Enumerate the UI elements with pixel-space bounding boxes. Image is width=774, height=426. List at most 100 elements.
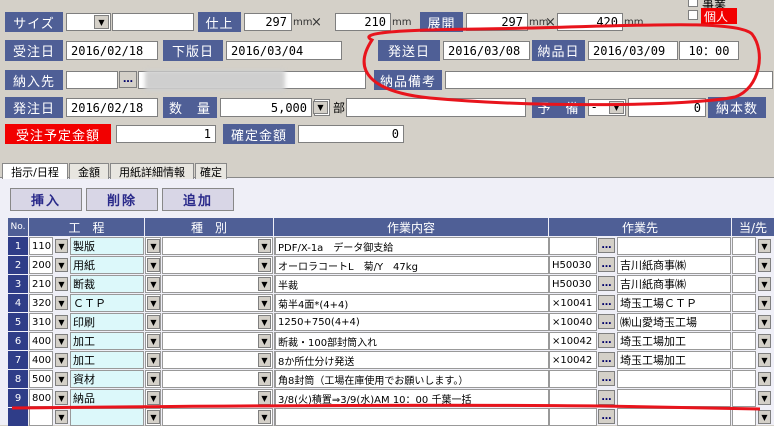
delete-button[interactable]: 削除 xyxy=(86,188,158,211)
content-cell[interactable]: 半裁 xyxy=(275,275,549,293)
chevron-down-icon[interactable]: ▼ xyxy=(147,315,160,329)
chevron-down-icon[interactable]: ▼ xyxy=(55,258,68,272)
issue-date-field[interactable]: 2016/02/18 xyxy=(66,98,158,117)
chevron-down-icon[interactable]: ▼ xyxy=(147,258,160,272)
vendor-name-cell[interactable] xyxy=(617,237,731,255)
owner-cell[interactable] xyxy=(732,332,756,350)
chevron-down-icon[interactable]: ▼ xyxy=(94,15,109,29)
vendor-lookup-button[interactable]: … xyxy=(598,257,615,272)
chevron-down-icon[interactable]: ▼ xyxy=(758,334,771,348)
content-cell[interactable]: 角8封筒（工場在庫使用でお願いします。） xyxy=(275,370,549,388)
type-name-cell[interactable] xyxy=(162,275,273,293)
process-name-cell[interactable]: 加工 xyxy=(70,332,144,350)
spare-sign-select[interactable]: - ▼ xyxy=(588,99,626,116)
delivery-dest-code-field[interactable] xyxy=(66,71,118,89)
chevron-down-icon[interactable]: ▼ xyxy=(55,239,68,253)
chevron-down-icon[interactable]: ▼ xyxy=(258,334,271,348)
vendor-lookup-button[interactable]: … xyxy=(598,238,615,253)
type-name-cell[interactable] xyxy=(162,237,273,255)
chevron-down-icon[interactable]: ▼ xyxy=(258,239,271,253)
content-cell[interactable]: 断裁・100部封筒入れ xyxy=(275,332,549,350)
chevron-down-icon[interactable]: ▼ xyxy=(258,296,271,310)
content-cell[interactable]: 8か所仕分け発送 xyxy=(275,351,549,369)
process-name-cell[interactable]: 資材 xyxy=(70,370,144,388)
chevron-down-icon[interactable]: ▼ xyxy=(258,372,271,386)
owner-cell[interactable] xyxy=(732,408,756,426)
vendor-name-cell[interactable] xyxy=(617,370,731,388)
tab-paper-details[interactable]: 用紙詳細情報 xyxy=(110,163,194,179)
add-button[interactable]: 追加 xyxy=(162,188,234,211)
process-code-cell[interactable]: 110 xyxy=(29,237,53,255)
confirmed-amount-field[interactable]: 0 xyxy=(298,125,404,143)
release-date-field[interactable]: 2016/03/04 xyxy=(226,41,342,60)
vendor-name-cell[interactable]: 埼玉工場ＣＴＰ xyxy=(617,294,731,312)
delivery-time-field[interactable]: 10：00 xyxy=(679,41,739,60)
vendor-code-cell[interactable]: ×10040 xyxy=(549,313,597,331)
type-name-cell[interactable] xyxy=(162,351,273,369)
chevron-down-icon[interactable]: ▼ xyxy=(758,277,771,291)
vendor-code-cell[interactable] xyxy=(549,408,597,426)
chevron-down-icon[interactable]: ▼ xyxy=(147,372,160,386)
vendor-name-cell[interactable]: 吉川紙商事㈱ xyxy=(617,256,731,274)
chevron-down-icon[interactable]: ▼ xyxy=(147,239,160,253)
planned-amount-field[interactable]: 1 xyxy=(116,125,216,143)
process-code-cell[interactable]: 400 xyxy=(29,351,53,369)
content-cell[interactable]: 3/8(火)積置⇒3/9(水)AM 10：00 千葉一括 xyxy=(275,389,549,407)
type-name-cell[interactable] xyxy=(162,294,273,312)
chevron-down-icon[interactable]: ▼ xyxy=(55,410,68,424)
chevron-down-icon[interactable]: ▼ xyxy=(758,372,771,386)
vendor-lookup-button[interactable]: … xyxy=(598,276,615,291)
process-code-cell[interactable]: 200 xyxy=(29,256,53,274)
tab-confirm[interactable]: 確定 xyxy=(195,163,227,179)
qty-note-field[interactable] xyxy=(346,98,526,117)
process-code-cell[interactable]: 400 xyxy=(29,332,53,350)
tab-schedule[interactable]: 指示/日程 xyxy=(2,163,68,179)
qty-unit-select[interactable]: ▼ xyxy=(313,99,330,116)
vendor-lookup-button[interactable]: … xyxy=(598,352,615,367)
chevron-down-icon[interactable]: ▼ xyxy=(758,296,771,310)
content-cell[interactable]: 1250+750(4+4) xyxy=(275,313,549,331)
chevron-down-icon[interactable]: ▼ xyxy=(147,410,160,424)
size-text-field[interactable] xyxy=(112,13,194,31)
chevron-down-icon[interactable]: ▼ xyxy=(55,315,68,329)
chevron-down-icon[interactable]: ▼ xyxy=(55,334,68,348)
content-cell[interactable]: PDF/X-1a データ御支給 xyxy=(275,237,549,255)
chevron-down-icon[interactable]: ▼ xyxy=(758,239,771,253)
chevron-down-icon[interactable]: ▼ xyxy=(758,258,771,272)
ship-date-field[interactable]: 2016/03/08 xyxy=(443,41,530,60)
process-name-cell[interactable]: 加工 xyxy=(70,351,144,369)
chevron-down-icon[interactable]: ▼ xyxy=(258,410,271,424)
vendor-name-cell[interactable] xyxy=(617,408,731,426)
chevron-down-icon[interactable]: ▼ xyxy=(55,296,68,310)
chevron-down-icon[interactable]: ▼ xyxy=(758,353,771,367)
vendor-code-cell[interactable] xyxy=(549,370,597,388)
vendor-lookup-button[interactable]: … xyxy=(598,409,615,424)
finish-width-field[interactable]: 297 xyxy=(244,13,292,31)
process-name-cell[interactable]: 印刷 xyxy=(70,313,144,331)
process-code-cell[interactable]: 500 xyxy=(29,370,53,388)
chevron-down-icon[interactable]: ▼ xyxy=(55,353,68,367)
vendor-code-cell[interactable]: H50030 xyxy=(549,256,597,274)
process-name-cell[interactable]: 断裁 xyxy=(70,275,144,293)
chevron-down-icon[interactable]: ▼ xyxy=(147,353,160,367)
chevron-down-icon[interactable]: ▼ xyxy=(147,296,160,310)
chevron-down-icon[interactable]: ▼ xyxy=(758,391,771,405)
spare-field[interactable]: 0 xyxy=(628,98,706,117)
vendor-name-cell[interactable] xyxy=(617,389,731,407)
process-code-cell[interactable] xyxy=(29,408,53,426)
process-name-cell[interactable]: ＣＴＰ xyxy=(70,294,144,312)
content-cell[interactable]: 菊半4面*(4+4) xyxy=(275,294,549,312)
chevron-down-icon[interactable]: ▼ xyxy=(258,353,271,367)
owner-cell[interactable] xyxy=(732,256,756,274)
vendor-code-cell[interactable] xyxy=(549,389,597,407)
chevron-down-icon[interactable]: ▼ xyxy=(147,334,160,348)
process-name-cell[interactable]: 用紙 xyxy=(70,256,144,274)
chevron-down-icon[interactable]: ▼ xyxy=(55,372,68,386)
owner-cell[interactable] xyxy=(732,294,756,312)
vendor-lookup-button[interactable]: … xyxy=(598,390,615,405)
process-code-cell[interactable]: 320 xyxy=(29,294,53,312)
chevron-down-icon[interactable]: ▼ xyxy=(758,315,771,329)
vendor-code-cell[interactable]: ×10041 xyxy=(549,294,597,312)
chevron-down-icon[interactable]: ▼ xyxy=(258,391,271,405)
process-code-cell[interactable]: 210 xyxy=(29,275,53,293)
